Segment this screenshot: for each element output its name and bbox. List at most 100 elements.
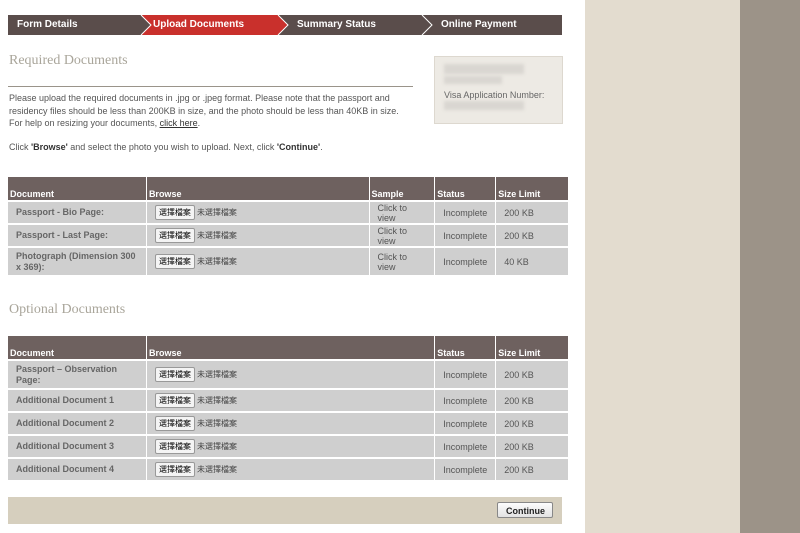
header-document: Document xyxy=(8,336,147,360)
main-content: Form Details Upload Documents Summary St… xyxy=(0,0,585,533)
required-documents-title: Required Documents xyxy=(9,53,128,68)
table-row: Additional Document 2 選擇檔案 未選擇檔案 Incomple… xyxy=(8,411,569,435)
file-input[interactable]: 選擇檔案 未選擇檔案 xyxy=(146,246,370,275)
size-limit-cell: 200 KB xyxy=(495,457,569,480)
header-status: Status xyxy=(434,336,497,360)
size-limit-cell: 200 KB xyxy=(495,359,569,389)
status-cell: Incomplete xyxy=(434,411,497,435)
no-file-chosen-label: 未選擇檔案 xyxy=(197,442,237,451)
table-header-row: Document Browse Status Size Limit xyxy=(8,336,569,360)
file-input[interactable]: 選擇檔案 未選擇檔案 xyxy=(146,434,436,458)
step-progress-bar: Form Details Upload Documents Summary St… xyxy=(8,15,562,35)
status-cell: Incomplete xyxy=(434,223,497,247)
section-divider xyxy=(8,86,413,87)
file-input[interactable]: 選擇檔案 未選擇檔案 xyxy=(146,388,436,412)
instructions-text: Please upload the required documents in … xyxy=(9,93,399,128)
no-file-chosen-label: 未選擇檔案 xyxy=(196,257,237,266)
upload-instructions: Please upload the required documents in … xyxy=(9,92,409,130)
document-name: Additional Document 1 xyxy=(8,388,147,412)
visa-application-number-label: Visa Application Number: xyxy=(444,90,545,100)
continue-button[interactable]: Continue xyxy=(497,502,553,518)
resize-help-link[interactable]: click here xyxy=(160,118,198,128)
no-file-chosen-label: 未選擇檔案 xyxy=(196,231,237,240)
document-name: Passport - Bio Page: xyxy=(8,200,147,224)
choose-file-button[interactable]: 選擇檔案 xyxy=(155,367,195,382)
document-name: Additional Document 3 xyxy=(8,434,147,458)
step-form-details: Form Details xyxy=(17,19,78,30)
visa-application-box: Visa Application Number: xyxy=(434,56,563,124)
browse-keyword: 'Browse' xyxy=(31,142,68,152)
document-name: Additional Document 4 xyxy=(8,457,147,480)
continue-keyword: 'Continue' xyxy=(276,142,321,152)
choose-file-button[interactable]: 選擇檔案 xyxy=(154,254,195,269)
optional-documents-title: Optional Documents xyxy=(9,302,126,317)
no-file-chosen-label: 未選擇檔案 xyxy=(197,396,237,405)
no-file-chosen-label: 未選擇檔案 xyxy=(197,370,237,379)
table-row: Passport - Last Page: 選擇檔案 未選擇檔案 Click to… xyxy=(8,223,569,247)
table-row: Additional Document 1 選擇檔案 未選擇檔案 Incomple… xyxy=(8,388,569,412)
status-cell: Incomplete xyxy=(434,359,497,389)
size-limit-cell: 200 KB xyxy=(495,434,569,458)
document-name: Additional Document 2 xyxy=(8,411,147,435)
header-browse: Browse xyxy=(146,336,436,360)
redacted-visa-number xyxy=(444,101,524,110)
size-limit-cell: 200 KB xyxy=(495,223,569,247)
size-limit-cell: 40 KB xyxy=(495,246,569,275)
status-cell: Incomplete xyxy=(434,457,497,480)
file-input[interactable]: 選擇檔案 未選擇檔案 xyxy=(146,200,370,224)
choose-file-button[interactable]: 選擇檔案 xyxy=(155,462,195,477)
table-header-row: Document Browse Sample Status Size Limit xyxy=(8,177,569,201)
file-input[interactable]: 選擇檔案 未選擇檔案 xyxy=(146,359,436,389)
no-file-chosen-label: 未選擇檔案 xyxy=(197,465,237,474)
header-status: Status xyxy=(434,177,497,201)
table-row: Passport – Observation Page: 選擇檔案 未選擇檔案 I… xyxy=(8,359,569,389)
document-name: Passport – Observation Page: xyxy=(8,359,147,389)
file-input[interactable]: 選擇檔案 未選擇檔案 xyxy=(146,411,436,435)
document-name: Passport - Last Page: xyxy=(8,223,147,247)
table-row: Additional Document 4 選擇檔案 未選擇檔案 Incomple… xyxy=(8,457,569,480)
header-document: Document xyxy=(8,177,147,201)
header-browse: Browse xyxy=(146,177,370,201)
instructions-end: . xyxy=(197,118,201,128)
redacted-text xyxy=(444,76,502,84)
step-online-payment: Online Payment xyxy=(441,19,517,30)
choose-file-button[interactable]: 選擇檔案 xyxy=(154,228,195,243)
choose-file-button[interactable]: 選擇檔案 xyxy=(155,439,195,454)
browse-instructions-text: Click xyxy=(9,142,31,152)
table-row: Passport - Bio Page: 選擇檔案 未選擇檔案 Click to … xyxy=(8,200,569,224)
choose-file-button[interactable]: 選擇檔案 xyxy=(154,205,195,220)
right-panel-background xyxy=(585,0,740,533)
header-size-limit: Size Limit xyxy=(495,177,569,201)
status-cell: Incomplete xyxy=(434,388,497,412)
step-upload-documents: Upload Documents xyxy=(153,19,245,30)
sample-link[interactable]: Click to view xyxy=(369,200,436,224)
table-row: Photograph (Dimension 300 x 369): 選擇檔案 未選… xyxy=(8,246,569,275)
header-size-limit: Size Limit xyxy=(495,336,569,360)
header-sample: Sample xyxy=(369,177,436,201)
browse-instructions: Click 'Browse' and select the photo you … xyxy=(9,141,429,154)
sample-link[interactable]: Click to view xyxy=(369,246,436,275)
choose-file-button[interactable]: 選擇檔案 xyxy=(155,393,195,408)
status-cell: Incomplete xyxy=(434,200,497,224)
size-limit-cell: 200 KB xyxy=(495,411,569,435)
file-input[interactable]: 選擇檔案 未選擇檔案 xyxy=(146,223,370,247)
size-limit-cell: 200 KB xyxy=(495,200,569,224)
form-footer-bar: Continue xyxy=(8,497,562,524)
choose-file-button[interactable]: 選擇檔案 xyxy=(155,416,195,431)
required-documents-table: Document Browse Sample Status Size Limit… xyxy=(8,177,569,275)
optional-documents-table: Document Browse Status Size Limit Passpo… xyxy=(8,336,569,480)
no-file-chosen-label: 未選擇檔案 xyxy=(196,208,237,217)
document-name: Photograph (Dimension 300 x 369): xyxy=(8,246,147,275)
step-summary-status: Summary Status xyxy=(297,19,376,30)
right-edge-background xyxy=(740,0,800,533)
table-row: Additional Document 3 選擇檔案 未選擇檔案 Incomple… xyxy=(8,434,569,458)
no-file-chosen-label: 未選擇檔案 xyxy=(197,419,237,428)
sample-link[interactable]: Click to view xyxy=(369,223,436,247)
size-limit-cell: 200 KB xyxy=(495,388,569,412)
file-input[interactable]: 選擇檔案 未選擇檔案 xyxy=(146,457,436,480)
status-cell: Incomplete xyxy=(434,246,497,275)
redacted-name xyxy=(444,64,524,74)
status-cell: Incomplete xyxy=(434,434,497,458)
browse-instructions-text: and select the photo you wish to upload.… xyxy=(67,142,277,152)
browse-instructions-text: . xyxy=(320,142,323,152)
